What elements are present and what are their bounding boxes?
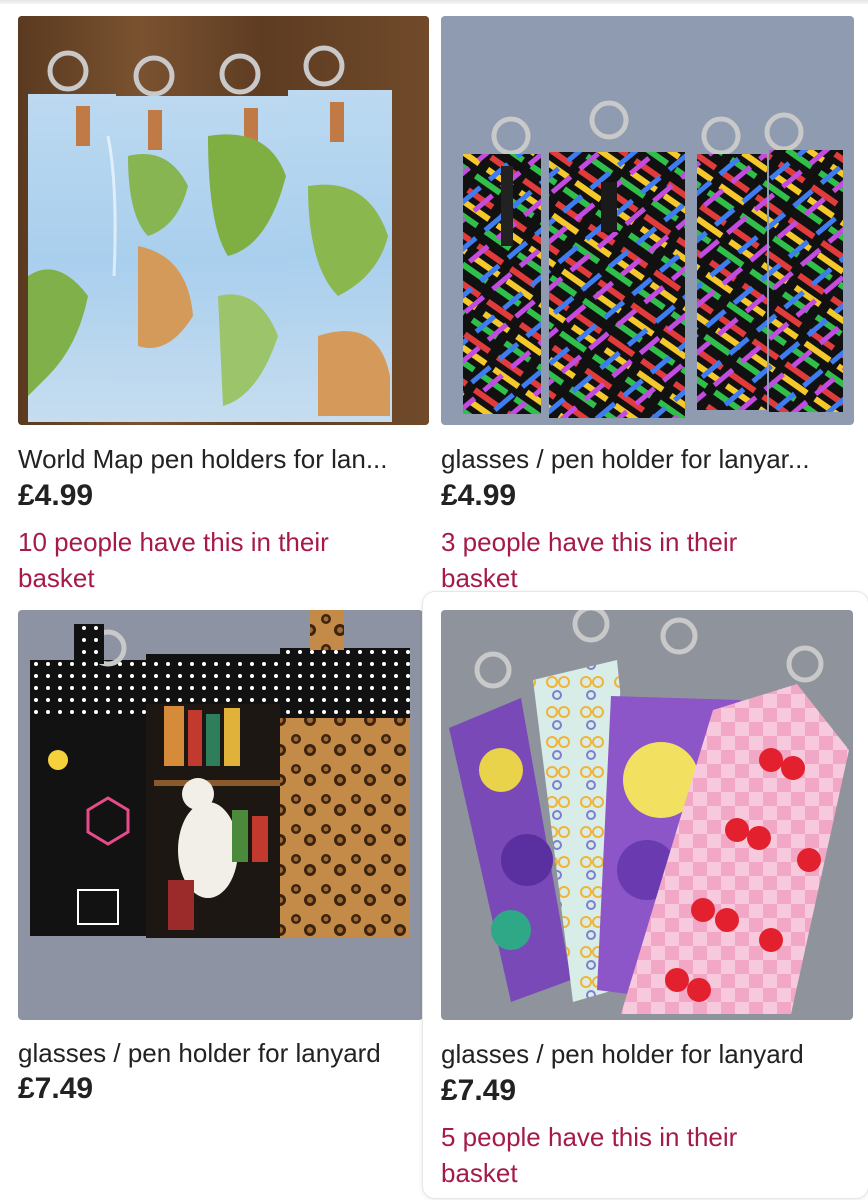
listing-3-title[interactable]: glasses / pen holder for lanyard [18,1037,428,1069]
listing-3-price: £7.49 [18,1072,94,1105]
listing-1-title[interactable]: World Map pen holders for lan... [18,443,428,475]
listing-4-price: £7.49 [441,1074,517,1107]
listing-4-basket-line-1: 5 people have this in their [441,1122,738,1152]
listing-card-3[interactable]: glasses / pen holder for lanyard £7.49 [0,595,424,1200]
listing-card-4[interactable]: glasses / pen holder for lanyard £7.49 5… [423,592,868,1198]
listing-2-title[interactable]: glasses / pen holder for lanyar... [441,443,861,475]
listing-1-basket-line-2: basket [18,563,95,593]
listing-1-photo[interactable] [18,16,429,425]
listing-2-basket-line-1: 3 people have this in their [441,527,738,557]
listing-1-price: £4.99 [18,479,94,512]
listing-4-photo[interactable] [441,610,853,1020]
listing-1-basket-line-1: 10 people have this in their [18,527,329,557]
listing-2-photo[interactable] [441,16,854,425]
listing-card-2[interactable]: glasses / pen holder for lanyar... £4.99… [434,0,868,595]
listing-2-price: £4.99 [441,479,517,512]
search-results-page: World Map pen holders for lan... £4.99 1… [0,0,868,1200]
listing-3-photo[interactable] [18,610,423,1020]
listing-card-1[interactable]: World Map pen holders for lan... £4.99 1… [0,0,434,595]
listing-2-basket-line-2: basket [441,563,518,593]
listing-4-basket-line-2: basket [441,1158,518,1188]
listing-4-title[interactable]: glasses / pen holder for lanyard [441,1038,861,1070]
